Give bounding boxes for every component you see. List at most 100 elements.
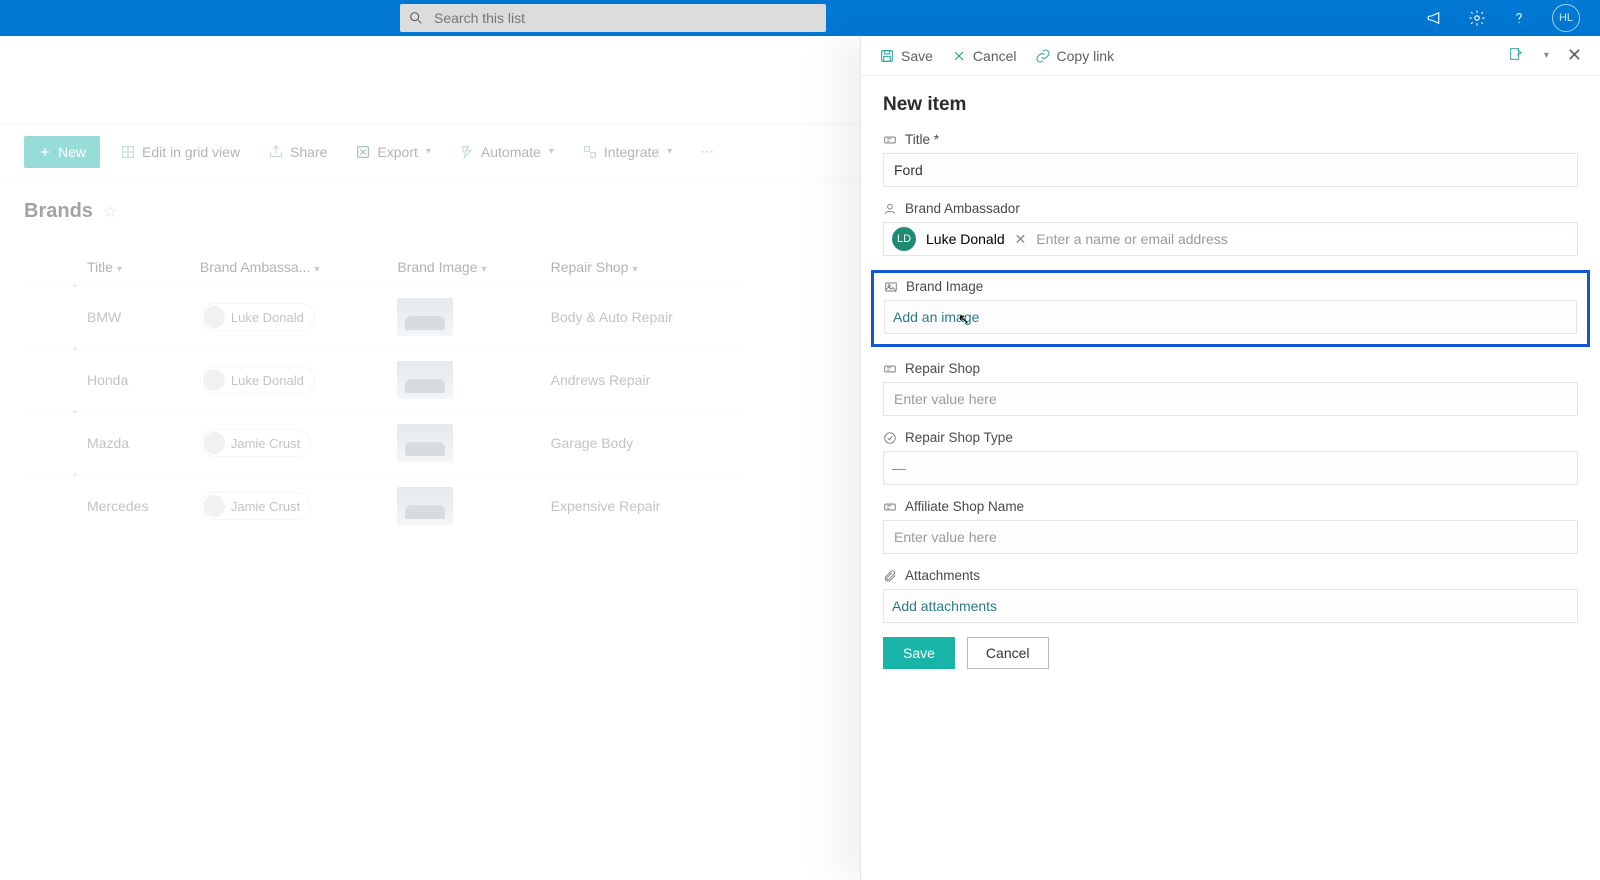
table-row[interactable]: BMW Luke Donald Body & Auto Repair [24, 286, 744, 349]
repair-type-value: — [892, 460, 906, 476]
list-table: Title▾ Brand Ambassa...▾ Brand Image▾ Re… [24, 249, 744, 537]
panel-cancel-button[interactable]: Cancel [951, 48, 1017, 64]
overflow-button[interactable]: ⋯ [692, 143, 722, 160]
search-box[interactable] [400, 4, 826, 32]
panel-actions: Save Cancel [883, 637, 1578, 669]
col-repair[interactable]: Repair Shop▾ [543, 249, 744, 286]
field-brand-image: Brand Image Add an image [884, 279, 1577, 334]
integrate-label: Integrate [604, 144, 659, 160]
field-brand-ambassador: Brand Ambassador LD Luke Donald ✕ [883, 201, 1578, 256]
gear-icon[interactable] [1468, 9, 1486, 27]
copy-link-label: Copy link [1057, 48, 1115, 64]
brand-image-thumb [397, 424, 453, 462]
search-input[interactable] [434, 10, 818, 26]
col-ambassador[interactable]: Brand Ambassa...▾ [192, 249, 389, 286]
panel-heading: New item [883, 94, 1578, 116]
field-repair-shop: Repair Shop [883, 361, 1578, 416]
chevron-down-icon: ▾ [667, 146, 672, 157]
person-pill[interactable]: Jamie Crust [200, 492, 311, 520]
integrate-button[interactable]: Integrate ▾ [574, 144, 680, 160]
field-repair-shop-type: Repair Shop Type — [883, 430, 1578, 485]
avatar-icon [203, 306, 225, 328]
brand-image-thumb [397, 487, 453, 525]
add-attachments-link[interactable]: Add attachments [892, 598, 997, 614]
repair-shop-input[interactable] [883, 382, 1578, 416]
cell-title: Honda [79, 349, 192, 412]
person-icon [883, 202, 897, 216]
share-label: Share [290, 144, 327, 160]
suite-header: HL [0, 0, 1600, 36]
cell-repair: Garage Body [543, 412, 744, 475]
edit-in-grid-button[interactable]: Edit in grid view [112, 144, 248, 160]
topbar-right: HL [1426, 4, 1600, 32]
person-pill[interactable]: Luke Donald [200, 366, 315, 394]
repair-shop-type-select[interactable]: — [883, 451, 1578, 485]
field-repair-type-label: Repair Shop Type [905, 430, 1013, 445]
person-chip-avatar: LD [892, 227, 916, 251]
text-field-icon [883, 362, 897, 376]
chevron-down-icon: ▾ [426, 146, 431, 157]
user-avatar[interactable]: HL [1552, 4, 1580, 32]
export-button[interactable]: Export ▾ [347, 144, 439, 160]
brand-image-section-highlight: Brand Image Add an image ↖ [871, 270, 1590, 347]
field-image-label: Brand Image [906, 279, 983, 294]
brand-image-thumb [397, 361, 453, 399]
chevron-down-icon[interactable]: ▾ [1544, 50, 1549, 61]
help-icon[interactable] [1510, 9, 1528, 27]
field-ambassador-label: Brand Ambassador [905, 201, 1020, 216]
share-button[interactable]: Share [260, 144, 335, 160]
avatar-icon [203, 432, 225, 454]
field-attachments: Attachments Add attachments [883, 568, 1578, 623]
col-title[interactable]: Title▾ [79, 249, 192, 286]
people-picker-input[interactable] [1036, 231, 1569, 247]
attachment-icon [883, 569, 897, 583]
text-field-icon [883, 133, 897, 147]
field-title-label: Title * [905, 132, 939, 147]
title-input[interactable] [883, 153, 1578, 187]
panel-cancel-label: Cancel [973, 48, 1017, 64]
chevron-down-icon: ▾ [549, 146, 554, 157]
new-item-panel: Save Cancel Copy link ▾ ✕ New item Title… [860, 36, 1600, 880]
megaphone-icon[interactable] [1426, 9, 1444, 27]
add-image-link[interactable]: Add an image [893, 309, 979, 325]
table-row[interactable]: Mazda Jamie Crust Garage Body [24, 412, 744, 475]
cancel-button[interactable]: Cancel [967, 637, 1049, 669]
brand-image-thumb [397, 298, 453, 336]
col-image[interactable]: Brand Image▾ [389, 249, 542, 286]
cell-repair: Expensive Repair [543, 475, 744, 538]
table-row[interactable]: Mercedes Jamie Crust Expensive Repair [24, 475, 744, 538]
field-repair-label: Repair Shop [905, 361, 980, 376]
field-affiliate-label: Affiliate Shop Name [905, 499, 1024, 514]
cell-title: Mercedes [79, 475, 192, 538]
export-label: Export [377, 144, 417, 160]
cell-repair: Body & Auto Repair [543, 286, 744, 349]
cell-title: Mazda [79, 412, 192, 475]
avatar-icon [203, 495, 225, 517]
close-panel-button[interactable]: ✕ [1567, 45, 1582, 66]
attachments-box[interactable]: Add attachments [883, 589, 1578, 623]
cell-title: BMW [79, 286, 192, 349]
form-edit-icon[interactable] [1508, 46, 1524, 65]
image-picker[interactable]: Add an image [884, 300, 1577, 334]
remove-person-icon[interactable]: ✕ [1015, 231, 1027, 248]
cell-repair: Andrews Repair [543, 349, 744, 412]
panel-save-label: Save [901, 48, 933, 64]
choice-icon [883, 431, 897, 445]
panel-command-bar: Save Cancel Copy link ▾ ✕ [861, 36, 1600, 76]
field-title: Title * [883, 132, 1578, 187]
affiliate-shop-input[interactable] [883, 520, 1578, 554]
favorite-star-icon[interactable]: ☆ [103, 202, 117, 222]
field-affiliate-shop: Affiliate Shop Name [883, 499, 1578, 554]
person-pill[interactable]: Jamie Crust [200, 429, 311, 457]
panel-body: New item Title * Brand Ambassador LD Luk… [861, 76, 1600, 687]
copy-link-button[interactable]: Copy link [1035, 48, 1115, 64]
panel-save-button[interactable]: Save [879, 48, 933, 64]
person-pill[interactable]: Luke Donald [200, 303, 315, 331]
automate-button[interactable]: Automate ▾ [451, 144, 562, 160]
table-row[interactable]: Honda Luke Donald Andrews Repair [24, 349, 744, 412]
save-button[interactable]: Save [883, 637, 955, 669]
new-button-label: New [58, 144, 86, 160]
people-picker[interactable]: LD Luke Donald ✕ [883, 222, 1578, 256]
text-field-icon [883, 500, 897, 514]
new-button[interactable]: New [24, 136, 100, 168]
